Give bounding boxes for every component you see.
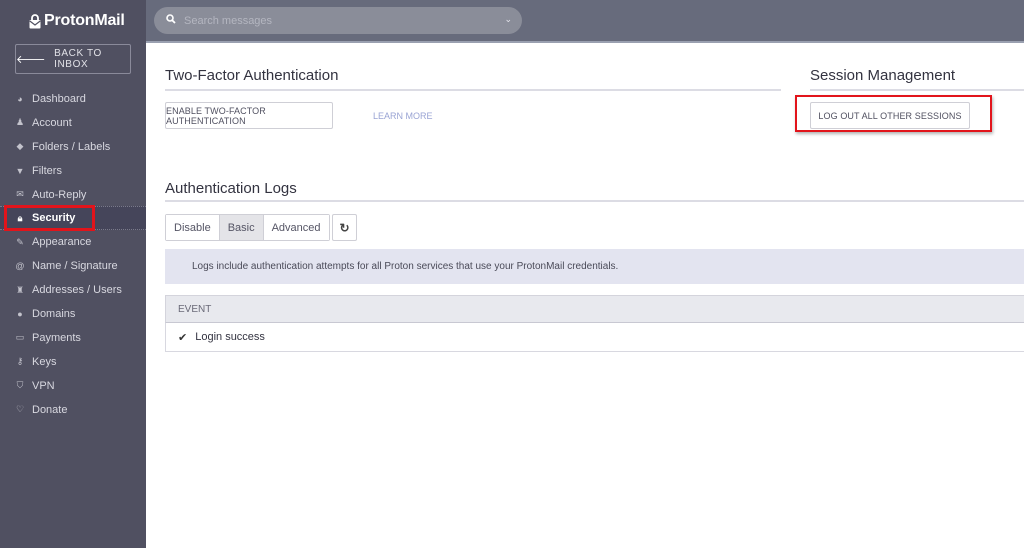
log-mode-basic[interactable]: Basic	[219, 215, 264, 240]
sidebar-item-name-signature[interactable]: @ Name / Signature	[0, 254, 146, 278]
key-icon: ⚷	[16, 356, 24, 367]
sidebar-item-donate[interactable]: ♡ Donate	[0, 398, 146, 422]
shield-icon: ⛉	[16, 380, 24, 391]
at-icon: @	[15, 261, 25, 272]
settings-nav: ◕ Dashboard ♟ Account ◆ Folders / Labels ▼ Filt…	[0, 87, 146, 421]
sidebar-item-label: Folders / Labels	[32, 140, 111, 153]
enable-two-factor-button[interactable]: ENABLE TWO-FACTOR AUTHENTICATION	[165, 102, 333, 129]
search-input[interactable]	[184, 14, 494, 27]
session-divider	[810, 89, 1024, 91]
logs-table-header: EVENT	[165, 295, 1024, 323]
sidebar-item-label: VPN	[32, 379, 55, 392]
sidebar-item-domains[interactable]: ● Domains	[0, 302, 146, 326]
table-row: ✔ Login success	[165, 323, 1024, 352]
search-options-chevron-down-icon[interactable]: ⌄	[504, 14, 512, 25]
brand-logo[interactable]: ProtonMail	[29, 12, 125, 30]
refresh-logs-button[interactable]: ↻	[332, 214, 357, 241]
sidebar-item-vpn[interactable]: ⛉ VPN	[0, 374, 146, 398]
auth-logs-title: Authentication Logs	[165, 180, 297, 197]
sidebar-item-label: Keys	[32, 355, 57, 368]
sidebar-item-folders-labels[interactable]: ◆ Folders / Labels	[0, 135, 146, 159]
two-factor-divider	[165, 89, 781, 91]
back-to-inbox-label: BACK TO INBOX	[54, 48, 102, 70]
paintbrush-icon: ✎	[16, 236, 24, 247]
brand-name: ProtonMail	[44, 12, 125, 29]
sidebar-item-label: Account	[32, 116, 72, 129]
refresh-icon: ↻	[339, 220, 350, 235]
sidebar-item-label: Addresses / Users	[32, 284, 122, 297]
dashboard-icon: ◕	[17, 93, 23, 104]
log-mode-disable[interactable]: Disable	[166, 215, 220, 240]
sidebar-item-label: Security	[32, 212, 76, 225]
logout-other-sessions-button[interactable]: LOG OUT ALL OTHER SESSIONS	[810, 102, 970, 129]
learn-more-link[interactable]: LEARN MORE	[373, 111, 433, 121]
lock-icon: 🔒︎	[17, 212, 23, 223]
sidebar-item-label: Filters	[32, 164, 62, 177]
check-icon: ✔	[178, 331, 188, 344]
session-management-title: Session Management	[810, 67, 956, 84]
globe-icon: ●	[17, 308, 23, 319]
sidebar-item-label: Appearance	[32, 236, 92, 249]
column-header-event: EVENT	[178, 303, 212, 315]
two-factor-title: Two-Factor Authentication	[165, 67, 339, 84]
logs-notice: Logs include authentication attempts for…	[165, 249, 1024, 284]
credit-card-icon: ▭	[15, 332, 25, 343]
sidebar-item-label: Donate	[32, 403, 68, 416]
sidebar-item-filters[interactable]: ▼ Filters	[0, 159, 146, 183]
user-icon: ♟	[15, 117, 25, 128]
sidebar-item-payments[interactable]: ▭ Payments	[0, 326, 146, 350]
sidebar: ProtonMail 🡐 BACK TO INBOX ◕ Dashboard ♟ Ac…	[0, 0, 146, 548]
tags-icon: ◆	[16, 141, 24, 152]
log-mode-advanced[interactable]: Advanced	[263, 215, 329, 240]
filter-icon: ▼	[15, 165, 25, 176]
auth-logs-divider	[165, 200, 1024, 202]
sidebar-item-label: Name / Signature	[32, 260, 118, 273]
sidebar-item-account[interactable]: ♟ Account	[0, 111, 146, 135]
sidebar-item-auto-reply[interactable]: ✉ Auto-Reply	[0, 183, 146, 207]
sidebar-item-label: Auto-Reply	[32, 188, 87, 201]
search-icon	[166, 14, 176, 27]
users-icon: ♜	[15, 284, 25, 295]
sidebar-item-appearance[interactable]: ✎ Appearance	[0, 230, 146, 254]
heart-icon: ♡	[15, 404, 25, 415]
back-to-inbox-button[interactable]: 🡐 BACK TO INBOX	[15, 44, 131, 74]
sidebar-item-label: Dashboard	[32, 92, 86, 105]
sidebar-item-addresses-users[interactable]: ♜ Addresses / Users	[0, 278, 146, 302]
log-mode-toggle: Disable Basic Advanced	[165, 214, 330, 241]
sidebar-item-security[interactable]: 🔒︎ Security	[0, 206, 146, 231]
sidebar-item-label: Domains	[32, 307, 76, 320]
sidebar-item-dashboard[interactable]: ◕ Dashboard	[0, 87, 146, 111]
protonmail-logo-icon	[29, 13, 41, 28]
event-text: Login success	[195, 331, 265, 343]
sidebar-item-label: Payments	[32, 331, 81, 344]
top-bar: ⌄	[146, 0, 1024, 43]
sidebar-item-keys[interactable]: ⚷ Keys	[0, 350, 146, 374]
search-bar[interactable]: ⌄	[154, 7, 522, 34]
envelope-open-icon: ✉	[16, 189, 24, 199]
arrow-left-icon: 🡐	[16, 54, 47, 66]
